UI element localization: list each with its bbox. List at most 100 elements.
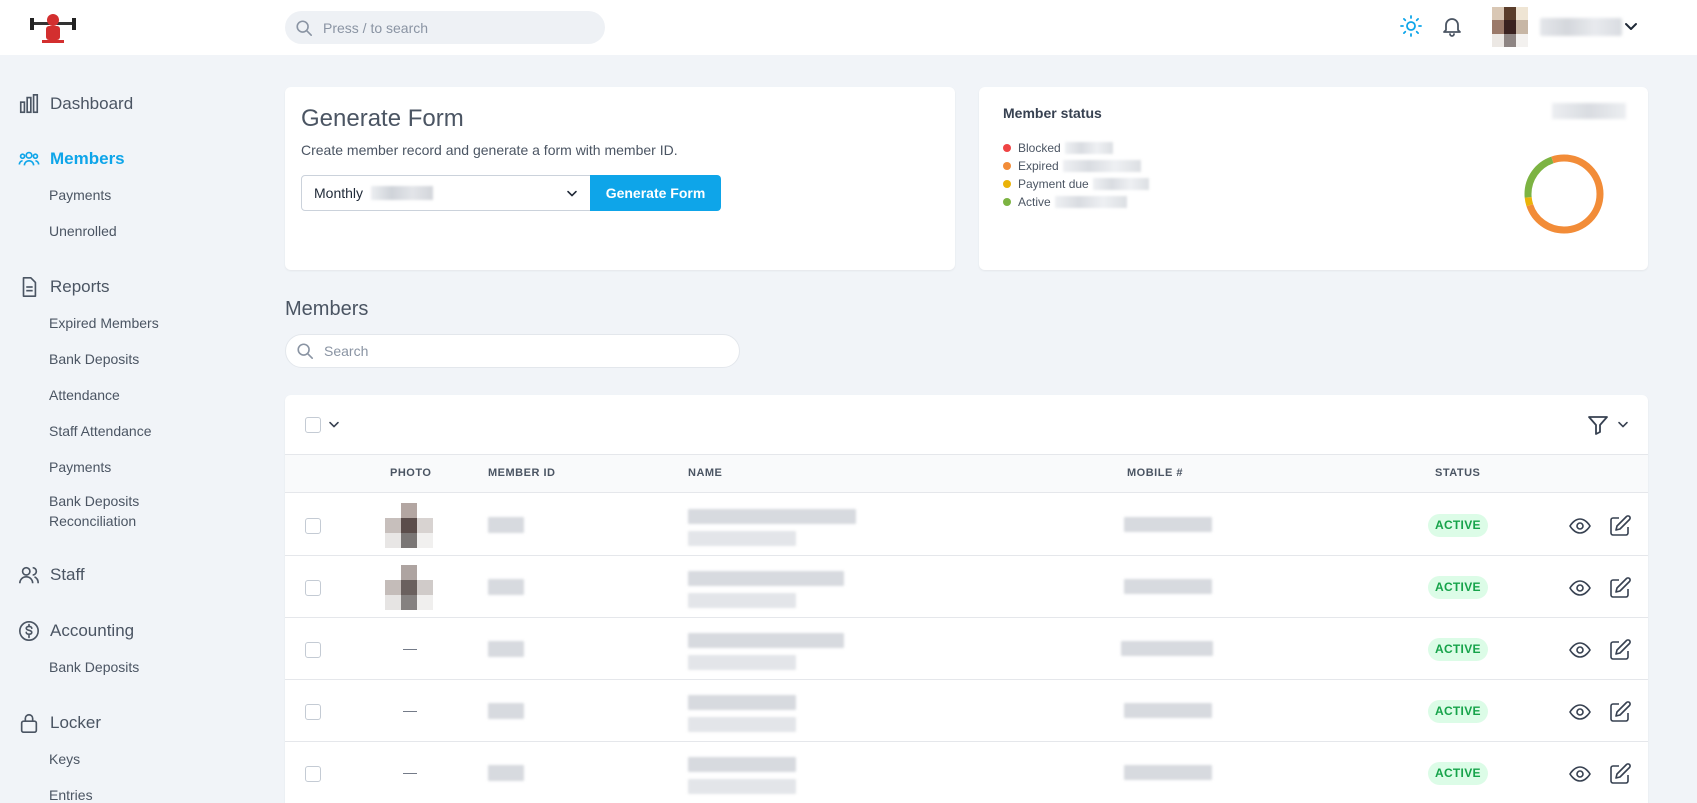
row-checkbox[interactable] <box>305 580 321 596</box>
search-icon <box>297 343 314 360</box>
sidebar-subitem-staff-attendance[interactable]: Staff Attendance <box>49 421 152 441</box>
sidebar-item-label: Reports <box>50 277 110 296</box>
generate-form-button[interactable]: Generate Form <box>590 175 721 211</box>
chevron-down-icon[interactable] <box>326 417 342 438</box>
row-checkbox[interactable] <box>305 518 321 534</box>
member-name-redacted <box>688 633 844 648</box>
legend-label: Expired <box>1018 159 1059 173</box>
sidebar-item-locker[interactable]: Locker <box>18 712 101 734</box>
count-redacted <box>1054 196 1127 208</box>
sidebar-subitem-payments[interactable]: Payments <box>49 185 111 205</box>
table-row[interactable]: — ACTIVE <box>285 618 1648 680</box>
member-status-title: Member status <box>1003 105 1102 121</box>
column-header-status[interactable]: STATUS <box>1435 467 1480 479</box>
member-photo[interactable] <box>385 503 433 548</box>
dollar-circle-icon <box>19 621 39 641</box>
status-badge: ACTIVE <box>1428 576 1488 599</box>
sidebar-item-reports[interactable]: Reports <box>18 276 110 298</box>
chevron-down-icon[interactable] <box>1621 17 1641 42</box>
sidebar-subitem-bank-deposits[interactable]: Bank Deposits <box>49 349 139 369</box>
generate-form-title: Generate Form <box>301 105 464 132</box>
sidebar-subitem-accounting-bank-deposits[interactable]: Bank Deposits <box>49 657 139 677</box>
column-header-photo[interactable]: PHOTO <box>390 467 431 479</box>
sidebar-subitem-attendance[interactable]: Attendance <box>49 385 120 405</box>
eye-icon[interactable] <box>1568 576 1592 605</box>
member-photo[interactable] <box>385 565 433 610</box>
search-icon <box>296 19 313 36</box>
notifications-bell-icon[interactable] <box>1440 14 1464 43</box>
members-search-placeholder: Search <box>324 343 369 359</box>
eye-icon[interactable] <box>1568 638 1592 667</box>
column-header-mobile[interactable]: MOBILE # <box>1127 467 1183 479</box>
membership-plan-select[interactable]: Monthly <box>301 175 591 211</box>
legend-item-payment-due: Payment due <box>1003 175 1149 193</box>
user-name-redacted[interactable] <box>1540 18 1622 36</box>
chevron-down-icon[interactable] <box>1615 417 1631 438</box>
member-name-redacted <box>688 757 796 772</box>
no-photo-dash: — <box>403 764 417 780</box>
table-row[interactable]: — ACTIVE <box>285 742 1648 803</box>
legend-dot <box>1003 144 1011 152</box>
status-badge: ACTIVE <box>1428 638 1488 661</box>
sidebar-subitem-entries[interactable]: Entries <box>49 785 93 803</box>
sidebar-subitem-bank-deposits-reconciliation[interactable]: Bank Deposits Reconciliation <box>49 491 189 531</box>
plan-detail-redacted <box>371 186 434 200</box>
legend-dot <box>1003 180 1011 188</box>
eye-icon[interactable] <box>1568 762 1592 791</box>
edit-icon[interactable] <box>1608 700 1632 729</box>
column-header-name[interactable]: NAME <box>688 467 722 479</box>
status-badge: ACTIVE <box>1428 700 1488 723</box>
mobile-redacted <box>1124 765 1212 780</box>
legend-dot <box>1003 162 1011 170</box>
members-search-input[interactable]: Search <box>285 334 740 368</box>
table-row[interactable]: — ACTIVE <box>285 680 1648 742</box>
member-status-legend: Blocked Expired Payment due Active <box>1003 139 1149 211</box>
legend-item-expired: Expired <box>1003 157 1149 175</box>
table-header: PHOTO MEMBER ID NAME MOBILE # STATUS <box>285 455 1648 493</box>
sidebar-item-members[interactable]: Members <box>18 148 125 170</box>
sidebar-subitem-unenrolled[interactable]: Unenrolled <box>49 221 117 241</box>
sidebar-item-dashboard[interactable]: Dashboard <box>18 93 133 115</box>
column-header-member-id[interactable]: MEMBER ID <box>488 467 555 479</box>
sidebar-item-accounting[interactable]: Accounting <box>18 620 134 642</box>
sidebar-subitem-expired-members[interactable]: Expired Members <box>49 313 159 333</box>
no-photo-dash: — <box>403 640 417 656</box>
legend-label: Blocked <box>1018 141 1061 155</box>
row-checkbox[interactable] <box>305 642 321 658</box>
generate-form-subtitle: Create member record and generate a form… <box>301 142 678 158</box>
edit-icon[interactable] <box>1608 514 1632 543</box>
filter-icon[interactable] <box>1586 413 1610 442</box>
sidebar-item-label: Accounting <box>50 621 135 640</box>
edit-icon[interactable] <box>1608 762 1632 791</box>
user-avatar[interactable] <box>1492 7 1528 47</box>
sidebar-subitem-report-payments[interactable]: Payments <box>49 457 111 477</box>
member-id-redacted <box>488 579 524 595</box>
member-detail-redacted <box>688 655 796 670</box>
sidebar-subitem-keys[interactable]: Keys <box>49 749 80 769</box>
sidebar-item-label: Dashboard <box>50 94 134 113</box>
table-row[interactable]: ACTIVE <box>285 556 1648 618</box>
edit-icon[interactable] <box>1608 638 1632 667</box>
theme-toggle-sun-icon[interactable] <box>1399 14 1423 43</box>
select-all-checkbox[interactable] <box>305 417 321 433</box>
gym-logo[interactable] <box>28 8 78 46</box>
table-row[interactable]: ACTIVE <box>285 494 1648 556</box>
count-redacted <box>1064 142 1113 154</box>
eye-icon[interactable] <box>1568 514 1592 543</box>
global-search-placeholder: Press / to search <box>323 19 429 36</box>
global-search-input[interactable]: Press / to search <box>285 11 605 44</box>
mobile-redacted <box>1124 703 1212 718</box>
row-checkbox[interactable] <box>305 766 321 782</box>
edit-icon[interactable] <box>1608 576 1632 605</box>
users-icon <box>18 151 40 166</box>
legend-item-active: Active <box>1003 193 1149 211</box>
members-table: PHOTO MEMBER ID NAME MOBILE # STATUS ACT… <box>285 395 1648 803</box>
legend-dot <box>1003 198 1011 206</box>
legend-label: Active <box>1018 195 1051 209</box>
sidebar-item-staff[interactable]: Staff <box>18 564 85 586</box>
eye-icon[interactable] <box>1568 700 1592 729</box>
membership-plan-value: Monthly <box>314 185 364 201</box>
row-checkbox[interactable] <box>305 704 321 720</box>
user-icon <box>19 566 39 584</box>
status-period-redacted[interactable] <box>1552 103 1626 119</box>
